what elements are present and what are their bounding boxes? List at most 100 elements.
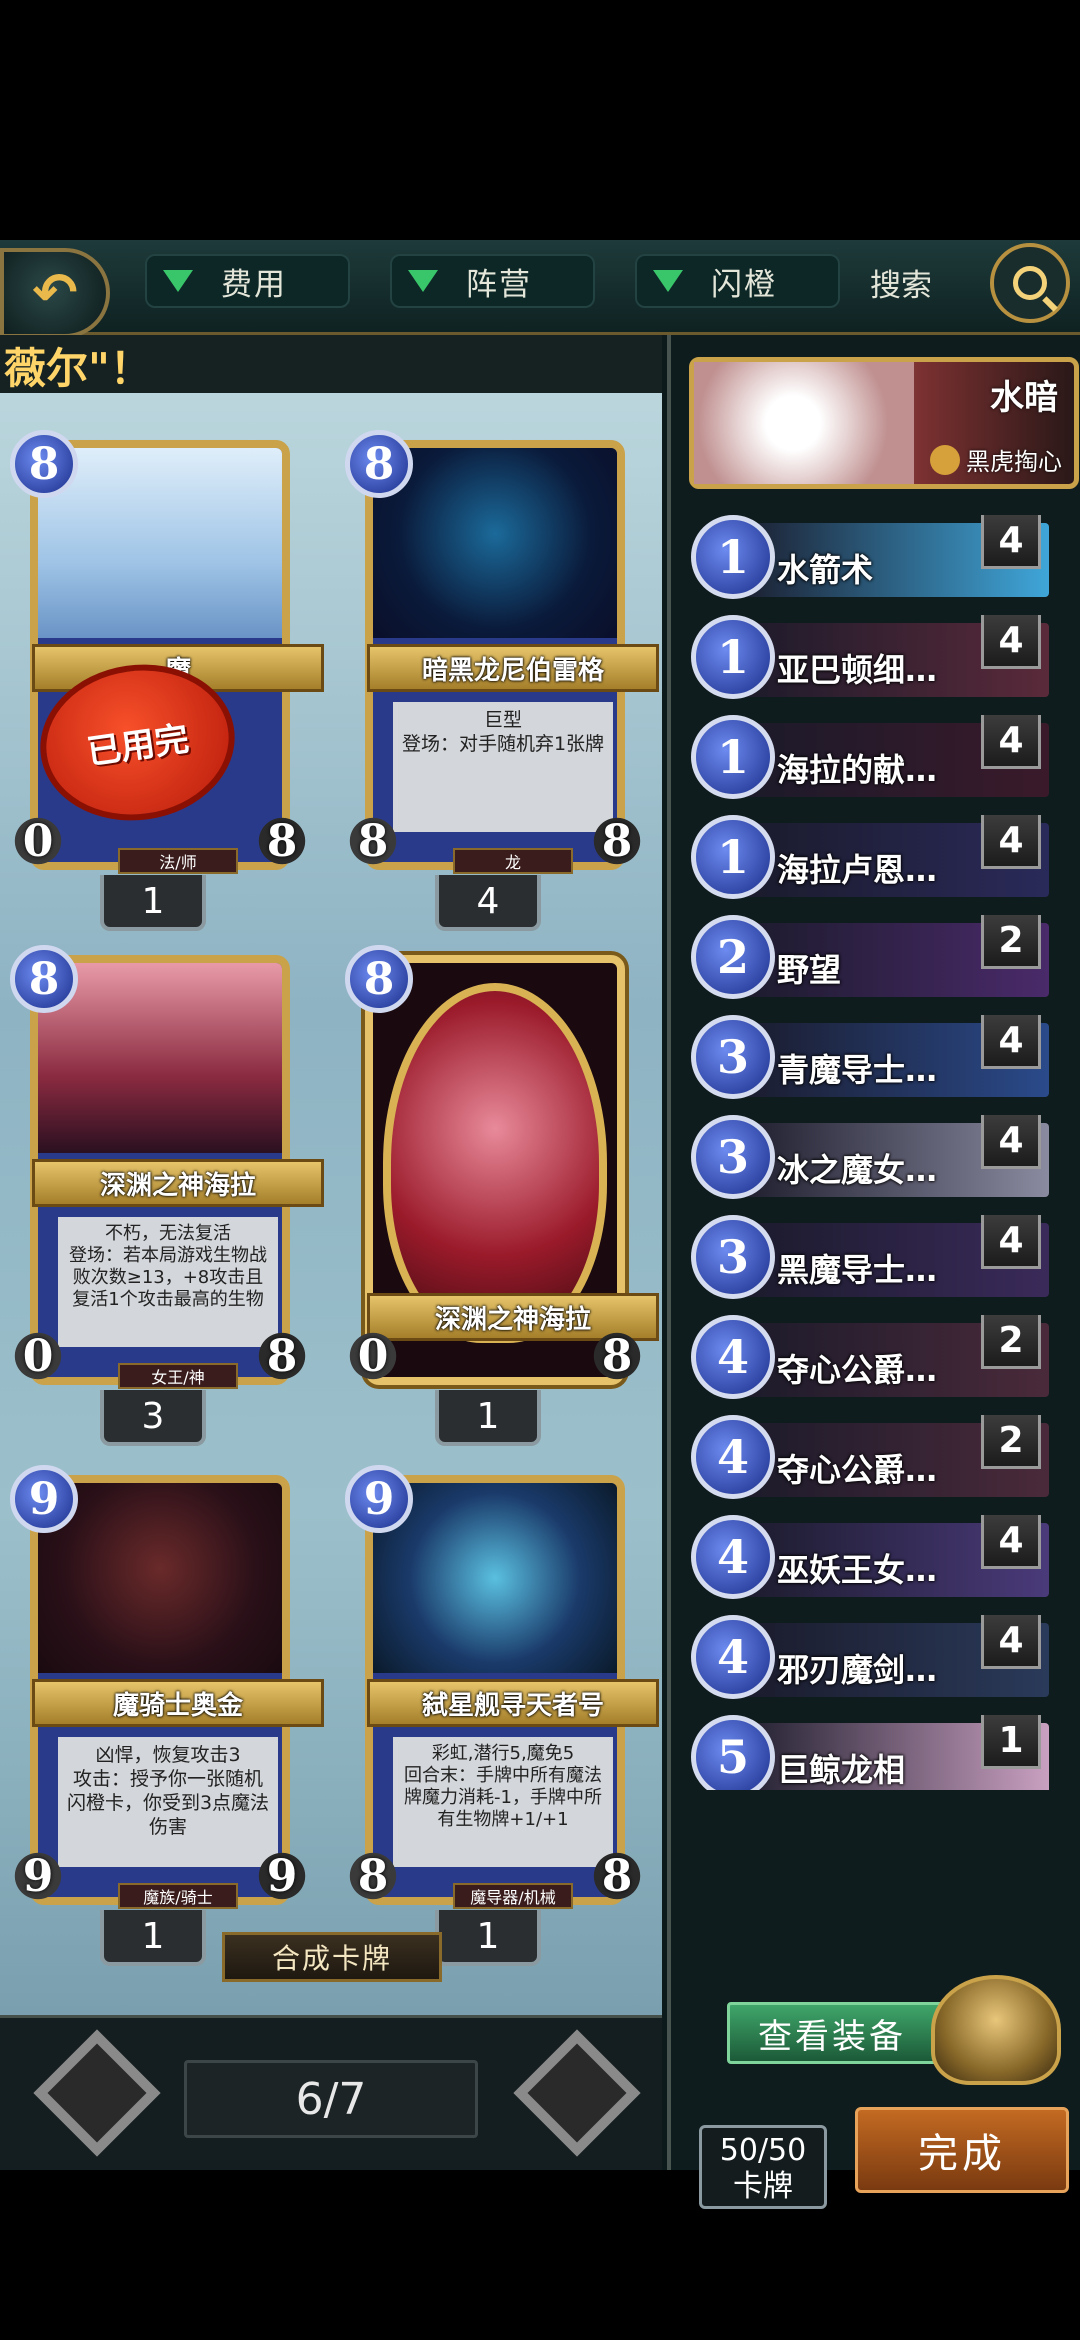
deck-card-cost: 5: [691, 1715, 775, 1790]
hero-skill: 黑虎掏心: [930, 442, 1062, 477]
deck-panel: 水暗 黑虎掏心 1 水箭术 4 1 亚巴顿细… 4 1 海拉的献… 4 1 海拉卢恩… 4 2 野望 2 3 青…: [667, 335, 1080, 2209]
deck-card-cost: 1: [691, 515, 775, 599]
card-attack: 0: [10, 810, 66, 872]
card-health: 8: [589, 810, 645, 872]
card-description: 不朽，无法复活 登场：若本局游戏生物战败次数≥13，+8攻击且复活1个攻击最高的…: [58, 1217, 278, 1347]
deck-builder: ↶ 费用 阵营 闪橙 搜索 薇尔"！ 魔 法/师 8 0 8 1 已用完 暗黑龙…: [0, 240, 1080, 2209]
next-page-arrow-icon[interactable]: [513, 2029, 641, 2157]
card-attack: 9: [10, 1845, 66, 1907]
dropdown-triangle-icon: [653, 270, 683, 292]
card-frame: 深渊之神海拉 不朽，无法复活 登场：若本局游戏生物战败次数≥13，+8攻击且复活…: [30, 955, 324, 1389]
card-attack: 0: [345, 1325, 401, 1387]
deck-card-row[interactable]: 3 青魔导士… 4: [691, 1015, 1061, 1103]
deck-card-row[interactable]: 4 夺心公爵… 2: [691, 1415, 1061, 1503]
card-name: 深渊之神海拉: [32, 1159, 324, 1207]
deck-card-row[interactable]: 4 夺心公爵… 2: [691, 1315, 1061, 1403]
card-count: 1: [435, 1910, 541, 1966]
back-button[interactable]: ↶: [0, 248, 110, 338]
card-tribe: 龙: [453, 848, 573, 874]
deck-card-name: 夺心公爵…: [777, 1451, 938, 1489]
card-cost: 8: [10, 430, 78, 498]
card-cost: 8: [345, 945, 413, 1013]
deck-count-label: 卡牌: [733, 2169, 793, 2204]
deck-card-row[interactable]: 1 水箭术 4: [691, 515, 1061, 603]
deck-card-quantity: 4: [981, 815, 1041, 869]
card-health: 8: [589, 1325, 645, 1387]
card-description: 彩虹,潜行5,魔免5 回合末：手牌中所有魔法牌魔力消耗-1，手牌中所有生物牌+1…: [393, 1737, 613, 1867]
collection-card[interactable]: 魔骑士奥金 凶悍，恢复攻击3 攻击：授予你一张随机闪橙卡，你受到3点魔法伤害 魔…: [10, 1465, 324, 1966]
hero-art: [694, 362, 914, 484]
search-button[interactable]: [990, 243, 1070, 323]
collection-card[interactable]: 魔 法/师 8 0 8 1 已用完: [10, 430, 324, 931]
deck-card-cost: 3: [691, 1015, 775, 1099]
deck-card-quantity: 4: [981, 1215, 1041, 1269]
deck-count-value: 50/50: [719, 2133, 807, 2168]
hero-portrait[interactable]: 水暗 黑虎掏心: [689, 357, 1079, 489]
deck-card-row[interactable]: 1 海拉卢恩… 4: [691, 815, 1061, 903]
collection-card[interactable]: 深渊之神海拉 8 0 8 1: [345, 945, 659, 1446]
scroll-banner: 薇尔"！: [0, 335, 662, 393]
deck-card-cost: 1: [691, 815, 775, 899]
card-cost: 9: [10, 1465, 78, 1533]
deck-card-row[interactable]: 4 巫妖王女… 4: [691, 1515, 1061, 1603]
cost-filter-label: 费用: [221, 266, 287, 303]
card-attack: 0: [10, 1325, 66, 1387]
combine-cards-button[interactable]: 合成卡牌: [222, 1932, 442, 1982]
deck-card-row[interactable]: 1 海拉的献… 4: [691, 715, 1061, 803]
banner-text: 薇尔"！: [4, 344, 152, 393]
collection-card[interactable]: 暗黑龙尼伯雷格 巨型 登场：对手随机弃1张牌 龙 8 8 8 4: [345, 430, 659, 931]
deck-card-quantity: 4: [981, 1615, 1041, 1669]
faction-filter-label: 阵营: [466, 266, 532, 303]
deck-card-quantity: 4: [981, 1115, 1041, 1169]
card-description: 凶悍，恢复攻击3 攻击：授予你一张随机闪橙卡，你受到3点魔法伤害: [58, 1737, 278, 1867]
card-tribe: 魔族/骑士: [118, 1883, 238, 1909]
deck-card-row[interactable]: 1 亚巴顿细… 4: [691, 615, 1061, 703]
deck-card-name: 冰之魔女…: [777, 1151, 938, 1189]
deck-card-quantity: 4: [981, 1015, 1041, 1069]
deck-card-row[interactable]: 5 巨鲸龙相 1: [691, 1715, 1061, 1790]
card-frame: 深渊之神海拉: [365, 955, 659, 1385]
done-button[interactable]: 完成: [855, 2107, 1069, 2193]
card-health: 9: [254, 1845, 310, 1907]
dropdown-triangle-icon: [408, 270, 438, 292]
collection-card[interactable]: 弑星舰寻天者号 彩虹,潜行5,魔免5 回合末：手牌中所有魔法牌魔力消耗-1，手牌…: [345, 1465, 659, 1966]
card-frame: 弑星舰寻天者号 彩虹,潜行5,魔免5 回合末：手牌中所有魔法牌魔力消耗-1，手牌…: [365, 1475, 659, 1909]
deck-card-cost: 3: [691, 1115, 775, 1199]
deck-card-quantity: 2: [981, 1415, 1041, 1469]
search-label[interactable]: 搜索: [870, 260, 932, 305]
stamp-text: 已用完: [84, 719, 192, 773]
card-health: 8: [254, 810, 310, 872]
deck-card-row[interactable]: 3 冰之魔女… 4: [691, 1115, 1061, 1203]
card-art: [383, 983, 607, 1343]
deck-card-row[interactable]: 3 黑魔导士… 4: [691, 1215, 1061, 1303]
pagination-bar: 6/7: [0, 2015, 662, 2170]
deck-card-name: 野望: [777, 951, 842, 989]
deck-card-row[interactable]: 2 野望 2: [691, 915, 1061, 1003]
flash-filter[interactable]: 闪橙: [635, 254, 840, 308]
card-health: 8: [254, 1325, 310, 1387]
deck-card-cost: 2: [691, 915, 775, 999]
collection-card[interactable]: 深渊之神海拉 不朽，无法复活 登场：若本局游戏生物战败次数≥13，+8攻击且复活…: [10, 945, 324, 1446]
deck-card-list[interactable]: 1 水箭术 4 1 亚巴顿细… 4 1 海拉的献… 4 1 海拉卢恩… 4 2 野望 2 3 青魔导士… 4 3 冰之…: [691, 515, 1071, 1790]
deck-card-cost: 1: [691, 615, 775, 699]
card-tribe: 法/师: [118, 848, 238, 874]
deck-card-cost: 3: [691, 1215, 775, 1299]
deck-card-name: 巨鲸龙相: [777, 1751, 906, 1789]
card-collection: 薇尔"！ 魔 法/师 8 0 8 1 已用完 暗黑龙尼伯雷格 巨型 登场：对手随…: [0, 335, 662, 2015]
card-cost: 8: [345, 430, 413, 498]
magnifier-icon: [1013, 266, 1047, 300]
deck-card-name: 海拉卢恩…: [777, 851, 938, 889]
card-tribe: 女王/神: [118, 1363, 238, 1389]
back-arrow-icon: ↶: [32, 261, 78, 324]
faction-filter[interactable]: 阵营: [390, 254, 595, 308]
deck-card-quantity: 4: [981, 1515, 1041, 1569]
cost-filter[interactable]: 费用: [145, 254, 350, 308]
card-health: 8: [589, 1845, 645, 1907]
deck-card-row[interactable]: 4 邪刃魔剑… 4: [691, 1615, 1061, 1703]
card-name: 弑星舰寻天者号: [367, 1679, 659, 1727]
card-frame: 暗黑龙尼伯雷格 巨型 登场：对手随机弃1张牌 龙: [365, 440, 659, 874]
prev-page-arrow-icon[interactable]: [33, 2029, 161, 2157]
deck-card-name: 巫妖王女…: [777, 1551, 938, 1589]
deck-card-quantity: 4: [981, 615, 1041, 669]
card-count: 3: [100, 1390, 206, 1446]
